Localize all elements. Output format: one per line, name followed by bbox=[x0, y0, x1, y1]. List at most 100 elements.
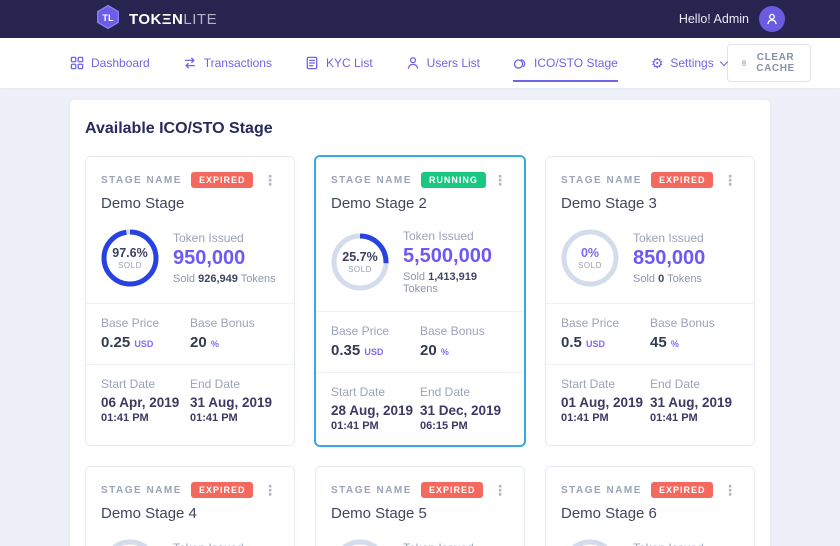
clear-cache-label: CLEAR CACHE bbox=[754, 52, 798, 74]
sold-label: SOLD bbox=[118, 261, 142, 270]
sold-tokens-value: 926,949 bbox=[198, 273, 238, 285]
sold-percent: 97.6% bbox=[112, 246, 147, 260]
token-issued-value: 950,000 bbox=[173, 247, 276, 270]
token-section: 0% SOLD Token Issued 850,000 Sold 0 Toke… bbox=[546, 223, 754, 303]
base-bonus-label: Base Bonus bbox=[650, 316, 739, 330]
status-badge: EXPIRED bbox=[421, 482, 484, 498]
token-issued-label: Token Issued bbox=[633, 231, 705, 245]
kebab-menu-icon[interactable]: ⋮ bbox=[721, 483, 739, 497]
base-price-label: Base Price bbox=[561, 316, 650, 330]
sold-percent: 25.7% bbox=[342, 250, 377, 264]
sold-progress-ring: 97.6% SOLD bbox=[101, 229, 159, 287]
bonus-unit: % bbox=[441, 347, 449, 357]
sold-tokens-line: Sold 1,413,919 Tokens bbox=[403, 271, 509, 295]
kebab-menu-icon[interactable]: ⋮ bbox=[491, 173, 509, 187]
chevron-down-icon bbox=[719, 57, 727, 65]
price-bonus-row: Base Price 0.25 USD Base Bonus 20 % bbox=[86, 303, 294, 364]
token-issued-value: 850,000 bbox=[633, 247, 705, 270]
kebab-menu-icon[interactable]: ⋮ bbox=[721, 173, 739, 187]
stage-card[interactable]: STAGE NAME RUNNING ⋮ Demo Stage 2 25.7% … bbox=[315, 156, 525, 446]
base-price-label: Base Price bbox=[101, 316, 190, 330]
stage-title: Demo Stage 4 bbox=[101, 505, 279, 522]
stage-title: Demo Stage 2 bbox=[331, 195, 509, 212]
stage-name-label: STAGE NAME bbox=[101, 485, 182, 496]
sold-progress-ring: 0% SOLD bbox=[331, 539, 389, 546]
gear-icon: ⚙ bbox=[651, 56, 664, 70]
brand-name: TOKΞNLITE bbox=[129, 11, 217, 28]
card-head: STAGE NAME RUNNING ⋮ Demo Stage 2 bbox=[316, 157, 524, 223]
card-head: STAGE NAME EXPIRED ⋮ Demo Stage 3 bbox=[546, 157, 754, 223]
token-issued-label: Token Issued bbox=[633, 541, 705, 546]
kyc-list-icon bbox=[305, 56, 319, 70]
sold-label: SOLD bbox=[348, 265, 372, 274]
stage-title: Demo Stage 5 bbox=[331, 505, 509, 522]
token-issued-label: Token Issued bbox=[403, 541, 475, 546]
end-date-label: End Date bbox=[420, 385, 509, 399]
dates-row: Start Date 01 Aug, 2019 01:41 PM End Dat… bbox=[546, 364, 754, 437]
start-date-value: 01 Aug, 2019 bbox=[561, 395, 650, 410]
stage-grid: STAGE NAME EXPIRED ⋮ Demo Stage 97.6% SO… bbox=[85, 156, 755, 546]
price-bonus-row: Base Price 0.5 USD Base Bonus 45 % bbox=[546, 303, 754, 364]
stage-name-label: STAGE NAME bbox=[561, 485, 642, 496]
stage-card[interactable]: STAGE NAME EXPIRED ⋮ Demo Stage 97.6% SO… bbox=[85, 156, 295, 446]
sold-tokens-value: 1,413,919 bbox=[428, 271, 477, 283]
nav-item-kyc-list[interactable]: KYC List bbox=[305, 56, 373, 70]
token-issued-label: Token Issued bbox=[403, 229, 509, 243]
card-head: STAGE NAME EXPIRED ⋮ Demo Stage 4 bbox=[86, 467, 294, 533]
stage-card[interactable]: STAGE NAME EXPIRED ⋮ Demo Stage 5 0% SOL… bbox=[315, 466, 525, 546]
stage-name-label: STAGE NAME bbox=[101, 175, 182, 186]
end-time-value: 06:15 PM bbox=[420, 420, 509, 432]
sold-tokens-value: 0 bbox=[658, 273, 664, 285]
nav-label: Users List bbox=[427, 56, 480, 70]
base-bonus-value: 45 % bbox=[650, 334, 739, 351]
status-badge: RUNNING bbox=[421, 172, 486, 188]
stage-card[interactable]: STAGE NAME EXPIRED ⋮ Demo Stage 6 0% SOL… bbox=[545, 466, 755, 546]
nav-item-transactions[interactable]: Transactions bbox=[183, 56, 272, 70]
base-price-value: 0.35 USD bbox=[331, 342, 420, 359]
nav-label: ICO/STO Stage bbox=[534, 56, 618, 70]
dates-row: Start Date 28 Aug, 2019 01:41 PM End Dat… bbox=[316, 372, 524, 445]
status-badge: EXPIRED bbox=[191, 172, 254, 188]
price-unit: USD bbox=[586, 339, 605, 349]
status-badge: EXPIRED bbox=[191, 482, 254, 498]
token-section: 0% SOLD Token Issued 850,000 Sold 0 Toke… bbox=[86, 533, 294, 546]
status-badge: EXPIRED bbox=[651, 482, 714, 498]
card-head: STAGE NAME EXPIRED ⋮ Demo Stage 5 bbox=[316, 467, 524, 533]
nav-item-settings[interactable]: ⚙ Settings bbox=[651, 56, 727, 70]
stage-name-label: STAGE NAME bbox=[331, 485, 412, 496]
nav-item-ico-sto-stage[interactable]: ICO/STO Stage bbox=[513, 56, 618, 70]
content-panel: Available ICO/STO Stage STAGE NAME EXPIR… bbox=[70, 100, 770, 546]
end-date-label: End Date bbox=[190, 377, 279, 391]
sold-tokens-line: Sold 926,949 Tokens bbox=[173, 273, 276, 285]
start-time-value: 01:41 PM bbox=[331, 420, 420, 432]
nav-item-users-list[interactable]: Users List bbox=[406, 56, 480, 70]
nav-label: KYC List bbox=[326, 56, 373, 70]
stage-title: Demo Stage 6 bbox=[561, 505, 739, 522]
start-date-label: Start Date bbox=[101, 377, 190, 391]
end-date-value: 31 Aug, 2019 bbox=[190, 395, 279, 410]
avatar[interactable] bbox=[759, 6, 785, 32]
bonus-unit: % bbox=[671, 339, 679, 349]
token-section: 0% SOLD Token Issued 850,000 Sold 0 Toke… bbox=[316, 533, 524, 546]
clear-cache-icon bbox=[741, 57, 747, 69]
base-bonus-value: 20 % bbox=[420, 342, 509, 359]
clear-cache-button[interactable]: CLEAR CACHE bbox=[727, 44, 812, 82]
token-section: 0% SOLD Token Issued 850,000 Sold 0 Toke… bbox=[546, 533, 754, 546]
start-date-value: 06 Apr, 2019 bbox=[101, 395, 190, 410]
stage-card[interactable]: STAGE NAME EXPIRED ⋮ Demo Stage 4 0% SOL… bbox=[85, 466, 295, 546]
kebab-menu-icon[interactable]: ⋮ bbox=[261, 173, 279, 187]
sold-label: SOLD bbox=[578, 261, 602, 270]
svg-text:TL: TL bbox=[102, 12, 114, 22]
brand-logo[interactable]: TL TOKΞNLITE bbox=[95, 4, 217, 35]
navbar: Dashboard Transactions KYC List Users Li… bbox=[0, 38, 840, 88]
stage-card[interactable]: STAGE NAME EXPIRED ⋮ Demo Stage 3 0% SOL… bbox=[545, 156, 755, 446]
stage-name-label: STAGE NAME bbox=[331, 175, 412, 186]
kebab-menu-icon[interactable]: ⋮ bbox=[491, 483, 509, 497]
ico-sto-stage-icon bbox=[513, 56, 527, 70]
start-date-label: Start Date bbox=[331, 385, 420, 399]
stage-name-label: STAGE NAME bbox=[561, 175, 642, 186]
sold-tokens-line: Sold 0 Tokens bbox=[633, 273, 705, 285]
nav-item-dashboard[interactable]: Dashboard bbox=[70, 56, 150, 70]
kebab-menu-icon[interactable]: ⋮ bbox=[261, 483, 279, 497]
base-bonus-label: Base Bonus bbox=[190, 316, 279, 330]
